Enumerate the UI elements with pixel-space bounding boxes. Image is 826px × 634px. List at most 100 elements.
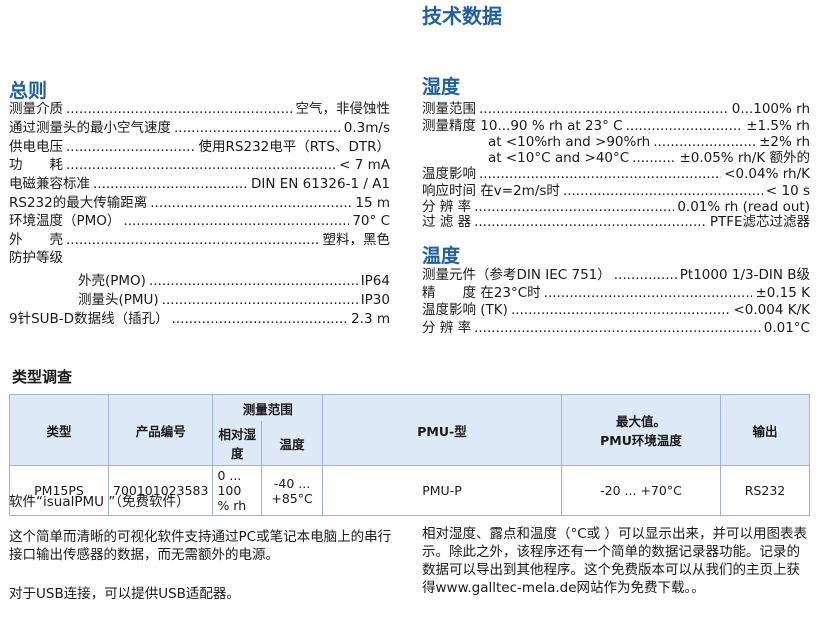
spec-row: 精 度 在23°C时 ±0.15 K	[422, 285, 810, 302]
leader-dots	[544, 285, 753, 302]
protection-title: 防护等级	[9, 250, 63, 266]
spec-row: 温度影响 <0.04% rh/K	[422, 166, 810, 183]
humidity-heading: 湿度	[422, 76, 461, 98]
spec-label: 9针SUB-D数据线（插孔）	[9, 311, 169, 327]
spec-label: 测量精度 10...90 % rh at 23° C	[422, 118, 623, 134]
spec-row: 通过测量头的最小空气速度 0.3m/s	[9, 120, 390, 137]
spec-row: 响应时间 在v=2m/s时 < 10 s	[422, 183, 810, 200]
header-rh: 相对湿度	[212, 421, 263, 466]
spec-row: 温度影响 (TK) <0.004 K/K	[422, 302, 810, 319]
spec-value: ±0.15 K	[755, 285, 810, 301]
spec-row: at <10°C and >40°C ±0.05% rh/K 额外的	[488, 150, 810, 167]
leader-dots	[174, 120, 341, 137]
spec-label: 测量元件（参考DIN IEC 751）	[422, 267, 611, 283]
leader-dots	[172, 311, 349, 328]
leader-dots	[479, 101, 729, 118]
leader-dots	[511, 302, 731, 319]
spec-label: 温度影响 (TK)	[422, 302, 508, 318]
spec-label: 通过测量头的最小空气速度	[9, 120, 171, 136]
types-title: 类型调查	[12, 368, 73, 386]
cell-output: RS232	[720, 465, 810, 516]
spec-row: 测量头(PMU) IP30	[78, 292, 390, 309]
spec-label: 温度影响	[422, 166, 476, 182]
spec-value: Pt1000 1/3-DIN B级	[679, 267, 810, 283]
leader-dots	[162, 292, 358, 309]
spec-row: at <10%rh and >90%rh ±2% rh	[488, 134, 810, 151]
leader-dots	[626, 118, 744, 135]
leader-dots	[66, 157, 336, 174]
spec-value: 70° C	[352, 213, 390, 229]
spec-row: 9针SUB-D数据线（插孔） 2.3 m	[9, 311, 390, 328]
spec-row: 环境温度（PMO） 70° C	[9, 213, 390, 230]
spec-label: 外壳(PMO)	[78, 273, 146, 289]
spec-row: 测量范围 0...100% rh	[422, 101, 810, 118]
spec-label: 环境温度（PMO）	[9, 213, 121, 229]
spec-row: 电磁兼容标准 DIN EN 61326-1 / A1	[9, 176, 390, 193]
spec-value: <0.004 K/K	[733, 302, 810, 318]
spec-value: IP30	[360, 292, 390, 308]
spec-value: ±1.5% rh	[746, 118, 810, 134]
software-usb-paragraph: 对于USB连接，可以提供USB适配器。	[9, 586, 240, 602]
spec-row: 外壳(PMO) IP64	[78, 273, 390, 290]
leader-dots	[66, 139, 196, 156]
header-pmu: PMU-型	[322, 394, 562, 466]
spec-value: DIN EN 61326-1 / A1	[250, 176, 390, 192]
spec-value: 使用RS232电平（RTS、DTR）	[198, 139, 390, 155]
cell-max: -20 ... +70°C	[561, 465, 721, 516]
leader-dots	[66, 232, 320, 249]
spec-row: 测量精度 10...90 % rh at 23° C ±1.5% rh	[422, 118, 810, 135]
header-range: 测量范围	[212, 394, 323, 421]
spec-value: < 10 s	[765, 183, 810, 199]
header-product-no: 产品编号	[107, 394, 214, 466]
spec-label: 精 度 在23°C时	[422, 285, 541, 301]
spec-value: 2.3 m	[351, 311, 390, 327]
spec-value: 空气，非侵蚀性	[295, 101, 391, 117]
software-right-paragraph: 相对湿度、露点和温度（°C或 ）可以显示出来，并可以用图表表示。除此之外，该程序…	[422, 526, 807, 596]
spec-value: 0.3m/s	[343, 120, 390, 136]
spec-row: 测量介质 空气，非侵蚀性	[9, 101, 390, 118]
spec-value: <0.04% rh/K	[724, 166, 810, 182]
spec-row: 供电电压 使用RS232电平（RTS、DTR）	[9, 139, 390, 156]
spec-row: 外 壳 塑料，黑色	[9, 232, 390, 249]
spec-label: 外 壳	[9, 232, 63, 248]
cell-temp: -40 ... +85°C	[261, 465, 323, 516]
technical-data-title: 技术数据	[422, 4, 502, 28]
software-title: 软件“isualPMU ”（免费软件）	[9, 494, 190, 510]
spec-value: PTFE滤芯过滤器	[709, 214, 810, 230]
spec-value: < 7 mA	[339, 157, 390, 173]
spec-row: 功 耗 < 7 mA	[9, 157, 390, 174]
spec-label: 过 滤 器	[422, 214, 472, 230]
header-max-bottom: PMU环境温度	[600, 433, 682, 448]
spec-row: RS232的最大传输距离 15 m	[9, 195, 390, 212]
spec-label: at <10°C and >40°C	[488, 150, 630, 166]
general-heading: 总则	[9, 80, 48, 102]
temperature-heading: 温度	[422, 245, 461, 267]
spec-label: 功 耗	[9, 157, 63, 173]
leader-dots	[66, 101, 293, 118]
spec-label: 测量头(PMU)	[78, 292, 159, 308]
leader-dots	[93, 176, 248, 193]
spec-value: IP64	[360, 273, 390, 289]
leader-dots	[123, 213, 349, 230]
spec-value: 0...100% rh	[731, 101, 810, 117]
leader-dots	[150, 195, 352, 212]
spec-label: 测量范围	[422, 101, 476, 117]
software-left-paragraph: 这个简单而清晰的可视化软件支持通过PC或笔记本电脑上的串行接口输出传感器的数据，…	[9, 529, 392, 563]
leader-dots	[474, 214, 707, 231]
header-max: 最大值。 PMU环境温度	[561, 394, 721, 466]
leader-dots	[474, 320, 761, 337]
leader-dots	[149, 273, 358, 290]
leader-dots	[614, 267, 677, 284]
spec-row: 测量元件（参考DIN IEC 751） Pt1000 1/3-DIN B级	[422, 267, 810, 284]
cell-pmu: PMU-P	[322, 465, 562, 516]
leader-dots	[563, 183, 763, 200]
spec-row: 过 滤 器 PTFE滤芯过滤器	[422, 214, 810, 231]
leader-dots	[479, 166, 721, 183]
header-output: 输出	[720, 394, 810, 466]
header-temp: 温度	[261, 421, 323, 466]
spec-value: 15 m	[355, 195, 390, 211]
cell-rh: 0 ... 100 % rh	[212, 465, 263, 516]
spec-label: 响应时间 在v=2m/s时	[422, 183, 560, 199]
spec-row: 分 辨 率 0.01°C	[422, 320, 810, 337]
spec-value: 0.01°C	[763, 320, 810, 336]
